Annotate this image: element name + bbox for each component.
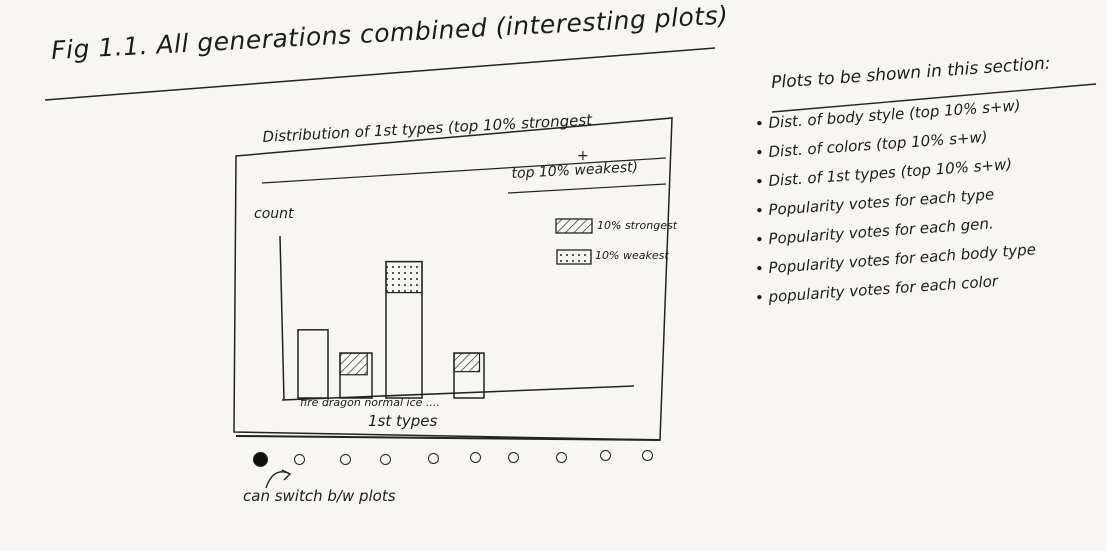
carousel-dot[interactable] [340, 454, 351, 465]
title-underline [44, 47, 716, 101]
bar-segment-strongest-ice [453, 352, 481, 373]
legend-swatch-strongest [555, 218, 593, 234]
bar-segment-strongest-dragon [339, 352, 368, 376]
y-axis-label: count [254, 206, 294, 222]
category-labels: fire dragon normal ice .... [300, 396, 440, 409]
carousel-dot[interactable] [253, 452, 268, 467]
carousel-dot[interactable] [556, 452, 567, 463]
carousel-note: can switch b/w plots [243, 487, 396, 505]
carousel-dot[interactable] [600, 450, 611, 461]
bar-segment-weakest-normal [385, 261, 423, 294]
carousel-dot[interactable] [380, 454, 391, 465]
legend-label-weakest: 10% weakest [595, 249, 669, 262]
carousel-dot[interactable] [642, 450, 653, 461]
switch-arrow [265, 469, 292, 489]
chart-title-underline-2 [507, 183, 667, 194]
bars-group [297, 260, 485, 399]
side-plot-list: Dist. of body style (top 10% s+w) Dist. … [755, 96, 1037, 313]
legend-swatch-weakest [556, 249, 592, 265]
x-axis-label: 1st types [368, 412, 438, 430]
bar-fire [297, 329, 329, 399]
carousel-dot[interactable] [470, 452, 481, 463]
carousel-dot[interactable] [294, 454, 305, 465]
carousel-dot[interactable] [508, 452, 519, 463]
legend-label-strongest: 10% strongest [597, 219, 678, 232]
carousel-dot[interactable] [428, 453, 439, 464]
y-axis [279, 235, 285, 401]
